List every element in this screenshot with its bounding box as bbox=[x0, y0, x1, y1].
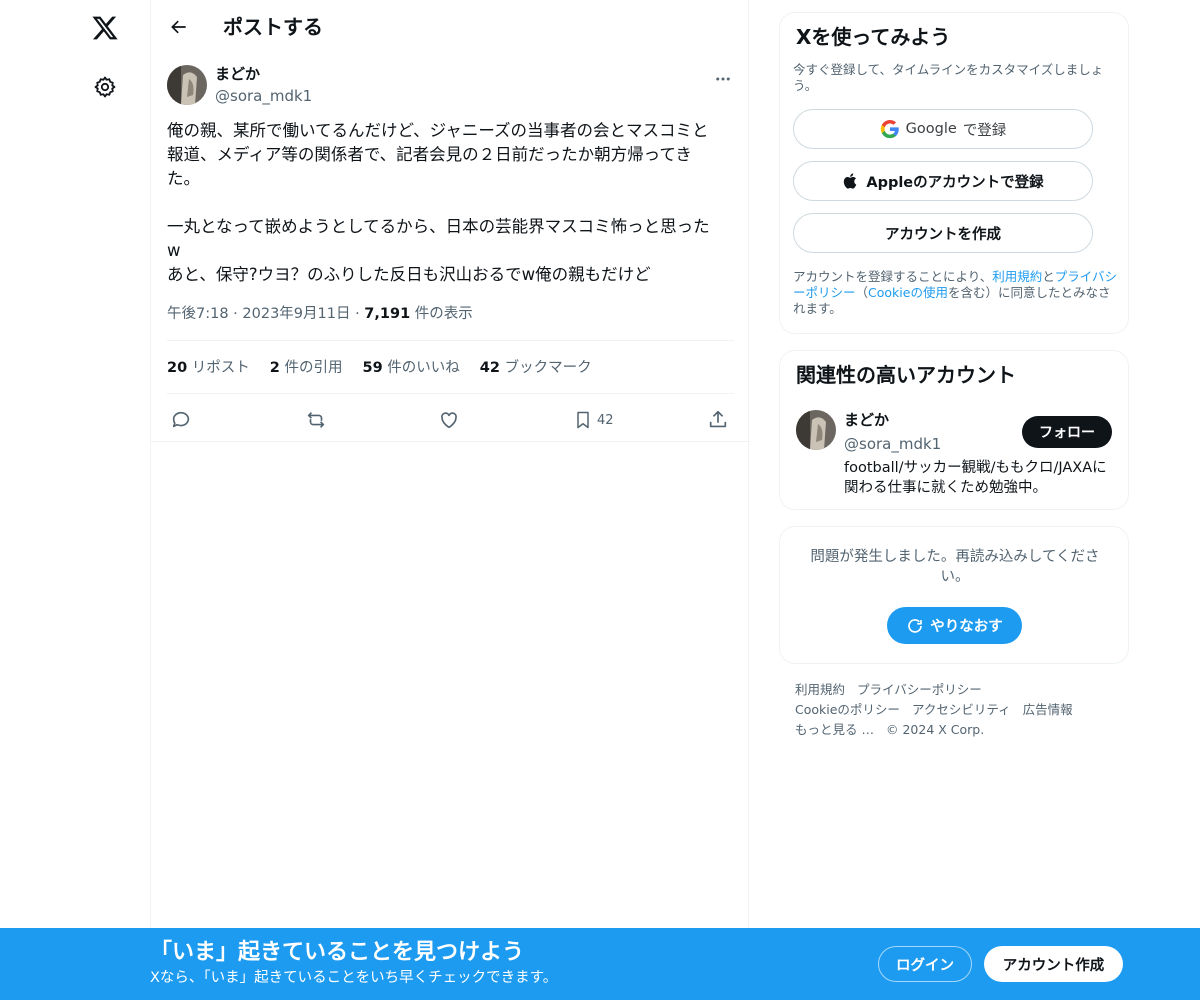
footer-ads[interactable]: 広告情報 bbox=[1023, 700, 1073, 720]
footer-privacy[interactable]: プライバシーポリシー bbox=[857, 680, 982, 700]
error-card: 問題が発生しました。再読み込みしてください。 やりなおす bbox=[779, 526, 1129, 664]
google-icon bbox=[880, 119, 899, 139]
error-message: 問題が発生しました。再読み込みしてください。 bbox=[810, 549, 1100, 585]
stat-bookmarks[interactable]: 42 ブックマーク bbox=[480, 358, 592, 378]
google-signup-button[interactable]: Google で登録 bbox=[793, 109, 1093, 149]
meta-separator: · bbox=[233, 306, 238, 322]
bookmark-button[interactable]: 42 bbox=[573, 406, 614, 434]
cookie-link[interactable]: Cookieの使用 bbox=[868, 285, 948, 300]
banner-subline: Xなら、「いま」起きていることをいち早くチェックできます。 bbox=[150, 970, 558, 986]
legal-notice: アカウントを登録することにより、利用規約とプライバシーポリシー（Cookieの使… bbox=[793, 269, 1118, 316]
footer-copyright: © 2024 X Corp. bbox=[885, 722, 985, 737]
apple-signup-button[interactable]: Appleのアカウントで登録 bbox=[793, 161, 1093, 201]
retry-label: やりなおす bbox=[930, 619, 1003, 635]
signup-card: Xを使ってみよう 今すぐ登録して、タイムラインをカスタマイズしましょう。 Goo… bbox=[779, 12, 1129, 334]
bookmark-count: 42 bbox=[597, 412, 614, 428]
google-brand: Google bbox=[905, 121, 957, 137]
related-handle[interactable]: @sora_mdk1 bbox=[844, 434, 941, 454]
banner-create-account-button[interactable]: アカウント作成 bbox=[984, 946, 1123, 982]
apple-icon bbox=[844, 173, 857, 189]
repost-icon[interactable] bbox=[304, 406, 328, 434]
terms-link[interactable]: 利用規約 bbox=[992, 269, 1042, 284]
create-account-label: アカウントを作成 bbox=[885, 226, 1001, 243]
related-name[interactable]: まどか bbox=[844, 410, 889, 430]
apple-signup-label: Appleのアカウントで登録 bbox=[866, 174, 1044, 191]
back-arrow-icon[interactable] bbox=[163, 11, 195, 43]
stat-likes[interactable]: 59 件のいいね bbox=[363, 358, 460, 378]
author-name[interactable]: まどか bbox=[215, 64, 260, 84]
related-accounts-card: 関連性の高いアカウント まどか @sora_mdk1 フォロー football… bbox=[779, 350, 1129, 510]
views-count: 7,191 bbox=[364, 306, 411, 322]
author-handle[interactable]: @sora_mdk1 bbox=[215, 86, 312, 106]
footer-cookie[interactable]: Cookieのポリシー bbox=[795, 700, 900, 720]
stat-quotes[interactable]: 2 件の引用 bbox=[270, 358, 343, 378]
signup-title: Xを使ってみよう bbox=[796, 25, 951, 49]
related-title: 関連性の高いアカウント bbox=[796, 363, 1016, 387]
divider bbox=[151, 441, 750, 442]
share-icon[interactable] bbox=[707, 406, 729, 434]
refresh-icon bbox=[908, 618, 923, 633]
meta-separator: · bbox=[355, 306, 360, 322]
left-nav bbox=[0, 0, 150, 1000]
gear-icon[interactable] bbox=[89, 71, 121, 103]
like-icon[interactable] bbox=[438, 406, 460, 434]
footer-accessibility[interactable]: アクセシビリティ bbox=[912, 700, 1011, 720]
x-logo-icon[interactable] bbox=[88, 11, 122, 45]
post-time[interactable]: 午後7:18 bbox=[167, 306, 229, 322]
google-suffix: で登録 bbox=[962, 122, 1007, 139]
footer-more[interactable]: もっと見る … bbox=[795, 720, 874, 740]
main-column: ポストする まどか @sora_mdk1 俺の親、某所で働いてるんだけど、ジャニ… bbox=[150, 0, 750, 1000]
create-account-button[interactable]: アカウントを作成 bbox=[793, 213, 1093, 253]
avatar[interactable] bbox=[167, 65, 207, 105]
footer-links: 利用規約 プライバシーポリシー Cookieのポリシー アクセシビリティ 広告情… bbox=[795, 680, 1115, 740]
related-bio: football/サッカー観戦/ももクロ/JAXAに関わる仕事に就くため勉強中。 bbox=[844, 460, 1107, 496]
retry-button[interactable]: やりなおす bbox=[887, 607, 1022, 644]
divider bbox=[167, 340, 734, 341]
banner-headline: 「いま」起きていることを見つけよう bbox=[150, 940, 525, 965]
footer-terms[interactable]: 利用規約 bbox=[795, 680, 845, 700]
avatar[interactable] bbox=[796, 410, 836, 450]
follow-button[interactable]: フォロー bbox=[1022, 416, 1112, 448]
post-text: 俺の親、某所で働いてるんだけど、ジャニーズの当事者の会とマスコミと 報道、メディ… bbox=[167, 121, 710, 284]
login-button[interactable]: ログイン bbox=[878, 946, 972, 982]
post-stats: 20 リポスト 2 件の引用 59 件のいいね 42 ブックマーク bbox=[167, 358, 592, 378]
page-title: ポストする bbox=[223, 15, 323, 39]
page-header: ポストする bbox=[151, 0, 750, 54]
signup-banner: 「いま」起きていることを見つけよう Xなら、「いま」起きていることをいち早くチェ… bbox=[0, 928, 1200, 1000]
bookmark-icon bbox=[577, 411, 589, 429]
divider bbox=[167, 393, 734, 394]
more-options-icon[interactable] bbox=[709, 65, 737, 93]
stat-reposts[interactable]: 20 リポスト bbox=[167, 358, 250, 378]
post-date[interactable]: 2023年9月11日 bbox=[242, 306, 350, 322]
signup-subtitle: 今すぐ登録して、タイムラインをカスタマイズしましょう。 bbox=[793, 62, 1104, 93]
post-actions: 42 bbox=[151, 398, 750, 442]
post-meta: 午後7:18 · 2023年9月11日 · 7,191 件の表示 bbox=[167, 304, 473, 324]
reply-icon[interactable] bbox=[170, 406, 192, 434]
views-label: 件の表示 bbox=[414, 306, 473, 322]
